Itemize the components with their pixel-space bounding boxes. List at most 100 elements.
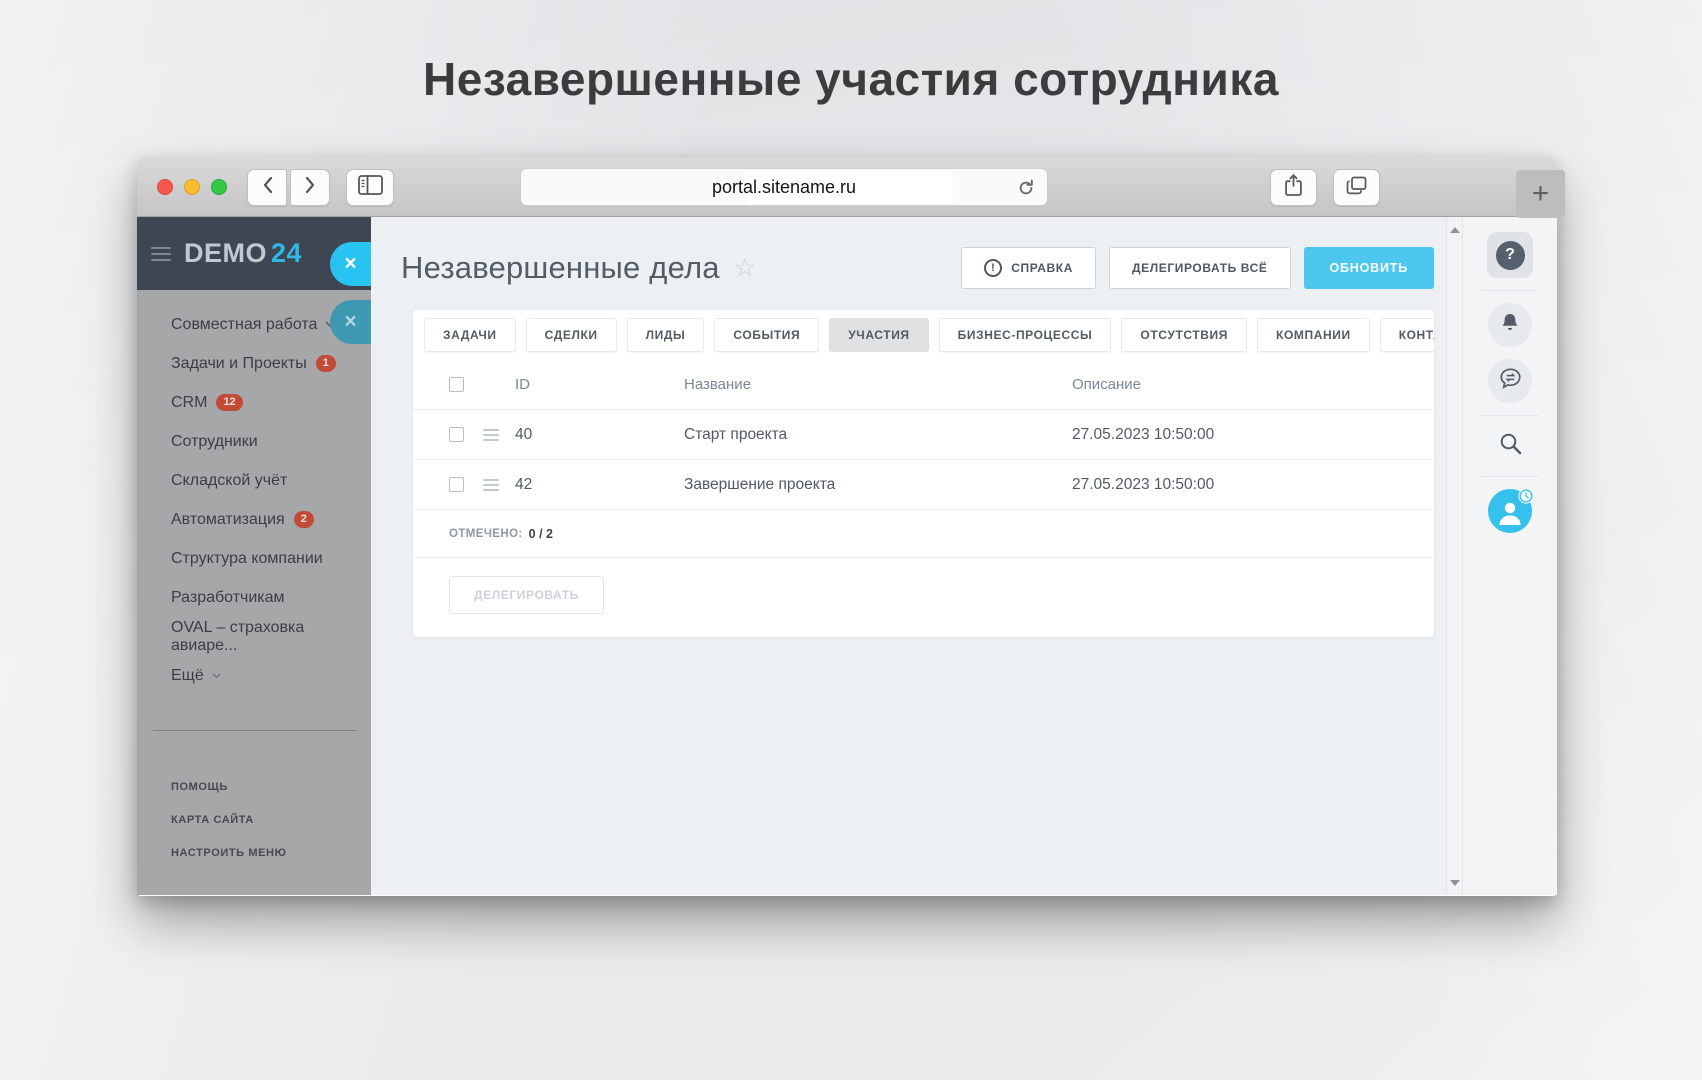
sidebar-item-more[interactable]: Ещё xyxy=(137,656,371,695)
table-row[interactable]: 42 Завершение проекта 27.05.2023 10:50:0… xyxy=(413,460,1434,510)
help-rail-button[interactable]: ? xyxy=(1487,232,1533,278)
tab-contacts[interactable]: КОНТАКТЫ xyxy=(1379,318,1434,352)
clock-icon xyxy=(1518,488,1534,509)
sidebar-item-help[interactable]: ПОМОЩЬ xyxy=(137,770,371,803)
page-title: Незавершенные участия сотрудника xyxy=(423,53,1279,105)
close-panel-button-dimmed[interactable]: × xyxy=(330,300,371,344)
row-menu-icon[interactable] xyxy=(483,478,499,491)
tab-companies[interactable]: КОМПАНИИ xyxy=(1257,318,1370,352)
address-bar[interactable]: portal.sitename.ru xyxy=(520,168,1048,206)
messenger-button[interactable] xyxy=(1488,359,1532,403)
bell-icon xyxy=(1500,312,1520,339)
sidebar-item-oval[interactable]: OVAL – страховка авиаре... xyxy=(137,617,371,656)
counter-badge: 2 xyxy=(293,511,314,528)
vertical-scrollbar[interactable] xyxy=(1446,217,1463,895)
tab-absences[interactable]: ОТСУТСТВИЯ xyxy=(1121,318,1248,352)
tab-tasks[interactable]: ЗАДАЧИ xyxy=(424,318,516,352)
close-icon: × xyxy=(344,310,357,333)
reload-icon[interactable] xyxy=(1016,178,1036,203)
row-checkbox[interactable] xyxy=(449,427,464,442)
refresh-label: ОБНОВИТЬ xyxy=(1329,261,1408,275)
content-title: Незавершенные дела xyxy=(401,250,720,285)
sidebar-item-label: Структура компании xyxy=(171,549,323,567)
sidebar-item-employees[interactable]: Сотрудники xyxy=(137,422,371,461)
select-all-checkbox[interactable] xyxy=(449,377,464,392)
zoom-window-button[interactable] xyxy=(211,179,227,195)
sidebar-item-sitemap[interactable]: КАРТА САЙТА xyxy=(137,803,371,836)
sidebar-item-automation[interactable]: Автоматизация 2 xyxy=(137,500,371,539)
row-checkbox[interactable] xyxy=(449,477,464,492)
sidebar-item-label: Ещё xyxy=(171,666,204,684)
delegate-button[interactable]: ДЕЛЕГИРОВАТЬ xyxy=(449,576,604,614)
browser-titlebar: portal.sitename.ru + xyxy=(137,157,1565,218)
forward-button[interactable] xyxy=(290,169,330,206)
sidebar-item-configure-menu[interactable]: НАСТРОИТЬ МЕНЮ xyxy=(137,836,371,869)
new-tab-button[interactable]: + xyxy=(1516,170,1565,218)
question-icon: ? xyxy=(1495,240,1525,270)
main-content: Незавершенные дела ☆ ! СПРАВКА ДЕЛЕГИРОВ… xyxy=(371,217,1446,895)
sidebar-menu: Совместная работа Задачи и Проекты 1 CRM… xyxy=(137,290,371,695)
row-menu-icon[interactable] xyxy=(483,428,499,441)
tab-participations[interactable]: УЧАСТИЯ xyxy=(829,318,929,352)
rail-divider xyxy=(1481,476,1539,477)
back-button[interactable] xyxy=(247,169,287,206)
column-header-name: Название xyxy=(684,376,752,393)
sidebar-item-label: OVAL – страховка авиаре... xyxy=(171,618,305,654)
row-description: 27.05.2023 10:50:00 xyxy=(1072,475,1215,493)
logo: DEMO 24 xyxy=(184,238,302,269)
tab-leads[interactable]: ЛИДЫ xyxy=(626,318,705,352)
share-button[interactable] xyxy=(1270,169,1317,206)
sidebar-item-inventory[interactable]: Складской учёт xyxy=(137,461,371,500)
hamburger-icon[interactable] xyxy=(151,246,171,261)
sidebar-toggle-button[interactable] xyxy=(346,169,394,206)
close-icon: × xyxy=(344,252,357,275)
right-icon-rail: ? xyxy=(1463,217,1557,895)
table-row[interactable]: 40 Старт проекта 27.05.2023 10:50:00 xyxy=(413,410,1434,460)
row-id: 40 xyxy=(515,425,533,443)
tab-deals[interactable]: СДЕЛКИ xyxy=(525,318,617,352)
search-button[interactable] xyxy=(1498,428,1523,464)
content-header: Незавершенные дела ☆ ! СПРАВКА ДЕЛЕГИРОВ… xyxy=(371,217,1446,298)
close-window-button[interactable] xyxy=(157,179,173,195)
selection-summary: ОТМЕЧЕНО: 0 / 2 xyxy=(413,510,1434,558)
profile-avatar[interactable] xyxy=(1488,488,1534,533)
sidebar-item-label: CRM xyxy=(171,393,208,411)
header-buttons: ! СПРАВКА ДЕЛЕГИРОВАТЬ ВСЁ ОБНОВИТЬ xyxy=(961,247,1434,289)
close-panel-button[interactable]: × xyxy=(330,242,371,286)
sidebar-footer: ПОМОЩЬ КАРТА САЙТА НАСТРОИТЬ МЕНЮ xyxy=(137,770,371,869)
sidebar-divider xyxy=(153,730,357,731)
scroll-down-icon[interactable] xyxy=(1450,880,1460,886)
sidebar-item-company-structure[interactable]: Структура компании xyxy=(137,539,371,578)
rail-divider xyxy=(1481,290,1539,291)
left-sidebar: DEMO 24 × × Совместная работа Задачи и Пр… xyxy=(137,217,371,895)
help-button-label: СПРАВКА xyxy=(1011,261,1073,275)
refresh-button[interactable]: ОБНОВИТЬ xyxy=(1303,247,1434,289)
notifications-button[interactable] xyxy=(1488,303,1532,347)
sidebar-item-developers[interactable]: Разработчикам xyxy=(137,578,371,617)
table-header-row: ID Название Описание xyxy=(413,360,1434,410)
share-icon xyxy=(1284,173,1303,202)
delegate-all-button[interactable]: ДЕЛЕГИРОВАТЬ ВСЁ xyxy=(1108,247,1291,289)
delegate-all-label: ДЕЛЕГИРОВАТЬ ВСЁ xyxy=(1131,261,1268,275)
entity-tabs: ЗАДАЧИ СДЕЛКИ ЛИДЫ СОБЫТИЯ УЧАСТИЯ БИЗНЕ… xyxy=(413,310,1434,352)
tab-business-processes[interactable]: БИЗНЕС-ПРОЦЕССЫ xyxy=(938,318,1112,352)
sidebar-item-label: Сотрудники xyxy=(171,432,258,450)
sidebar-item-tasks-projects[interactable]: Задачи и Проекты 1 xyxy=(137,344,371,383)
forward-icon xyxy=(305,176,316,199)
participations-table: ID Название Описание 40 Старт проекта 27… xyxy=(413,360,1434,510)
row-name: Старт проекта xyxy=(684,425,788,443)
plus-icon: + xyxy=(1531,177,1550,210)
browser-window: portal.sitename.ru + DEMO 24 × × Совмест… xyxy=(137,157,1565,896)
sidebar-item-label: Складской учёт xyxy=(171,471,288,489)
tab-overview-button[interactable] xyxy=(1333,169,1380,206)
column-header-id: ID xyxy=(515,376,530,393)
tab-events[interactable]: СОБЫТИЯ xyxy=(714,318,820,352)
sidebar-item-crm[interactable]: CRM 12 xyxy=(137,383,371,422)
favorite-star-icon[interactable]: ☆ xyxy=(734,255,756,281)
row-description: 27.05.2023 10:50:00 xyxy=(1072,425,1215,443)
help-button[interactable]: ! СПРАВКА xyxy=(961,247,1096,289)
sidebar-toggle-icon xyxy=(357,175,383,200)
scroll-up-icon[interactable] xyxy=(1450,227,1460,233)
minimize-window-button[interactable] xyxy=(184,179,200,195)
marked-label: ОТМЕЧЕНО: xyxy=(449,527,523,540)
